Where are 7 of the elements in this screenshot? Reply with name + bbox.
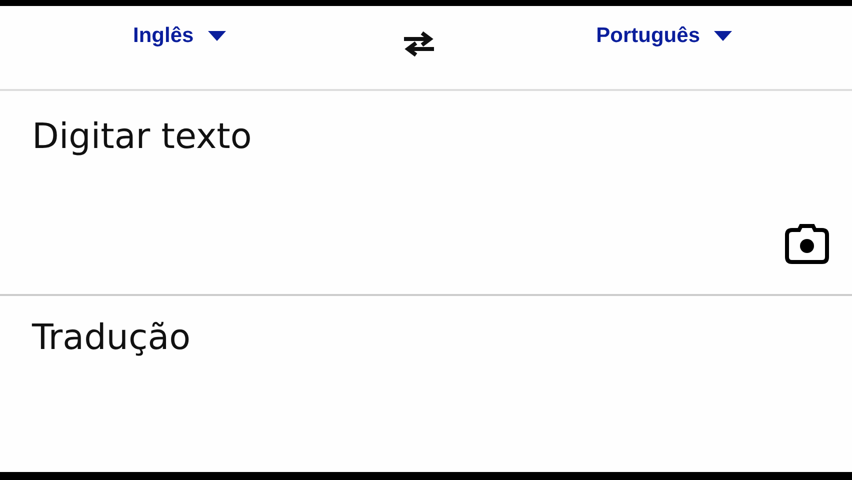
source-language-dropdown[interactable]: Inglês [133, 20, 226, 52]
text-input-field[interactable]: Digitar texto [32, 117, 632, 157]
caret-icon [208, 31, 226, 41]
target-language-dropdown[interactable]: Português [596, 20, 732, 52]
camera-icon[interactable] [784, 224, 830, 264]
translation-output-field[interactable]: Tradução [0, 296, 852, 472]
caret-icon [714, 31, 732, 41]
